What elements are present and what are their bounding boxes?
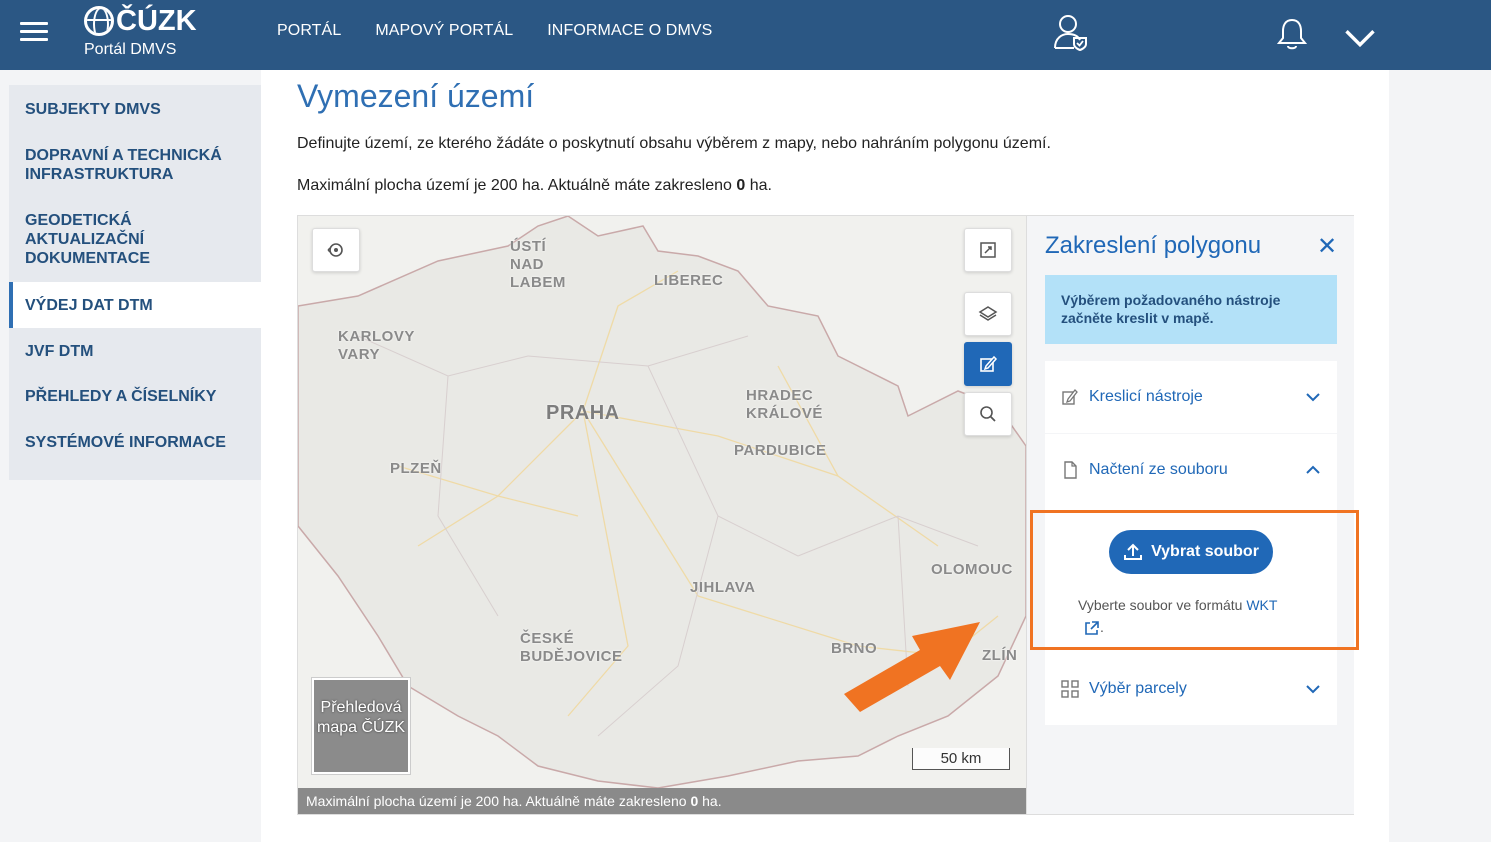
nav-portal[interactable]: PORTÁL xyxy=(277,22,341,40)
accordion-label: Výběr parcely xyxy=(1089,680,1187,697)
pencil-icon xyxy=(1062,389,1078,405)
accordion-label: Kreslicí nástroje xyxy=(1089,388,1203,405)
highlight-box xyxy=(1030,510,1359,650)
city-olomouc: OLOMOUC xyxy=(931,561,1013,578)
city-plzen: PLZEŇ xyxy=(390,460,442,477)
fullscreen-icon xyxy=(980,242,996,258)
logo-subtitle: Portál DMVS xyxy=(84,41,177,58)
sidebar-item-systemove[interactable]: SYSTÉMOVÉ INFORMACE xyxy=(9,433,261,452)
main-nav: PORTÁL MAPOVÝ PORTÁL INFORMACE O DMVS xyxy=(277,22,746,40)
chevron-down-icon[interactable] xyxy=(1342,18,1378,58)
logo-text: ČÚZK xyxy=(116,5,197,37)
chevron-down-icon xyxy=(1306,393,1320,402)
page-description: Definujte území, ze kterého žádáte o pos… xyxy=(297,135,1051,152)
city-pardubice: PARDUBICE xyxy=(734,442,827,459)
panel-title: Zakreslení polygonu xyxy=(1045,232,1262,259)
globe-icon xyxy=(84,6,114,36)
chevron-down-icon xyxy=(1306,685,1320,694)
reset-view-icon xyxy=(327,243,343,257)
accordion-parcel-select: Výběr parcely xyxy=(1045,653,1337,725)
logo[interactable]: ČÚZK Portál DMVS xyxy=(84,4,197,60)
map-canvas[interactable]: ÚSTÍ NAD LABEM LIBEREC KARLOVY VARY PRAH… xyxy=(298,216,1026,788)
city-hradec: HRADEC KRÁLOVÉ xyxy=(746,387,823,422)
close-icon[interactable]: ✕ xyxy=(1317,232,1337,261)
sidebar-item-subjekty[interactable]: SUBJEKTY DMVS xyxy=(9,100,261,119)
accordion-drawing-tools: Kreslicí nástroje xyxy=(1045,361,1337,433)
accordion-header-parcel-select[interactable]: Výběr parcely xyxy=(1045,653,1337,725)
sidebar: SUBJEKTY DMVS DOPRAVNÍ A TECHNICKÁ INFRA… xyxy=(9,85,261,480)
sidebar-item-prehledy[interactable]: PŘEHLEDY A ČÍSELNÍKY xyxy=(9,387,261,406)
layers-button[interactable] xyxy=(964,292,1012,336)
reset-view-button[interactable] xyxy=(312,228,360,272)
bell-icon[interactable] xyxy=(1274,14,1310,54)
sidebar-item-infrastruktura[interactable]: DOPRAVNÍ A TECHNICKÁ INFRASTRUKTURA xyxy=(9,146,239,184)
map-status-bar: Maximální plocha území je 200 ha. Aktuál… xyxy=(298,788,1026,814)
info-message: Výběrem požadovaného nástroje začněte kr… xyxy=(1045,275,1337,344)
fullscreen-button[interactable] xyxy=(964,228,1012,272)
pencil-square-icon xyxy=(980,355,998,372)
area-value: 0 xyxy=(736,177,746,194)
search-icon xyxy=(980,406,996,422)
draw-button[interactable] xyxy=(964,342,1012,386)
city-jihlava: JIHLAVA xyxy=(690,579,756,596)
nav-info-dmvs[interactable]: INFORMACE O DMVS xyxy=(547,22,712,40)
accordion-header-drawing-tools[interactable]: Kreslicí nástroje xyxy=(1045,361,1337,433)
user-icon[interactable] xyxy=(1052,12,1088,52)
main-content: Vymezení území Definujte území, ze které… xyxy=(261,70,1389,842)
layers-icon xyxy=(978,306,998,321)
sidebar-item-jvf[interactable]: JVF DTM xyxy=(9,342,261,361)
file-icon xyxy=(1064,461,1077,479)
overview-map-button[interactable]: Přehledová mapa ČÚZK xyxy=(312,678,410,774)
scale-bar: 50 km xyxy=(912,748,1010,770)
city-karlovy-vary: KARLOVY VARY xyxy=(338,328,415,363)
map-search-button[interactable] xyxy=(964,392,1012,436)
city-praha: PRAHA xyxy=(546,402,620,424)
top-header: ČÚZK Portál DMVS PORTÁL MAPOVÝ PORTÁL IN… xyxy=(0,0,1491,70)
nav-map-portal[interactable]: MAPOVÝ PORTÁL xyxy=(375,22,513,40)
area-limit-text: Maximální plocha území je 200 ha. Aktuál… xyxy=(297,177,772,194)
sidebar-item-gad[interactable]: GEODETICKÁ AKTUALIZAČNÍ DOKUMENTACE xyxy=(9,211,179,268)
city-ceske-budejovice: ČESKÉ BUDĚJOVICE xyxy=(520,630,623,665)
accordion-header-file-load[interactable]: Načtení ze souboru xyxy=(1045,434,1337,506)
page-title: Vymezení území xyxy=(297,78,535,114)
city-liberec: LIBEREC xyxy=(654,272,724,289)
sidebar-item-vydej-dat[interactable]: VÝDEJ DAT DTM xyxy=(9,282,261,328)
accordion-label: Načtení ze souboru xyxy=(1089,461,1228,478)
menu-icon[interactable] xyxy=(20,22,48,42)
chevron-up-icon xyxy=(1306,465,1320,474)
grid-icon xyxy=(1061,680,1079,698)
city-usti: ÚSTÍ NAD LABEM xyxy=(510,238,566,291)
annotation-arrow-icon xyxy=(844,622,980,712)
